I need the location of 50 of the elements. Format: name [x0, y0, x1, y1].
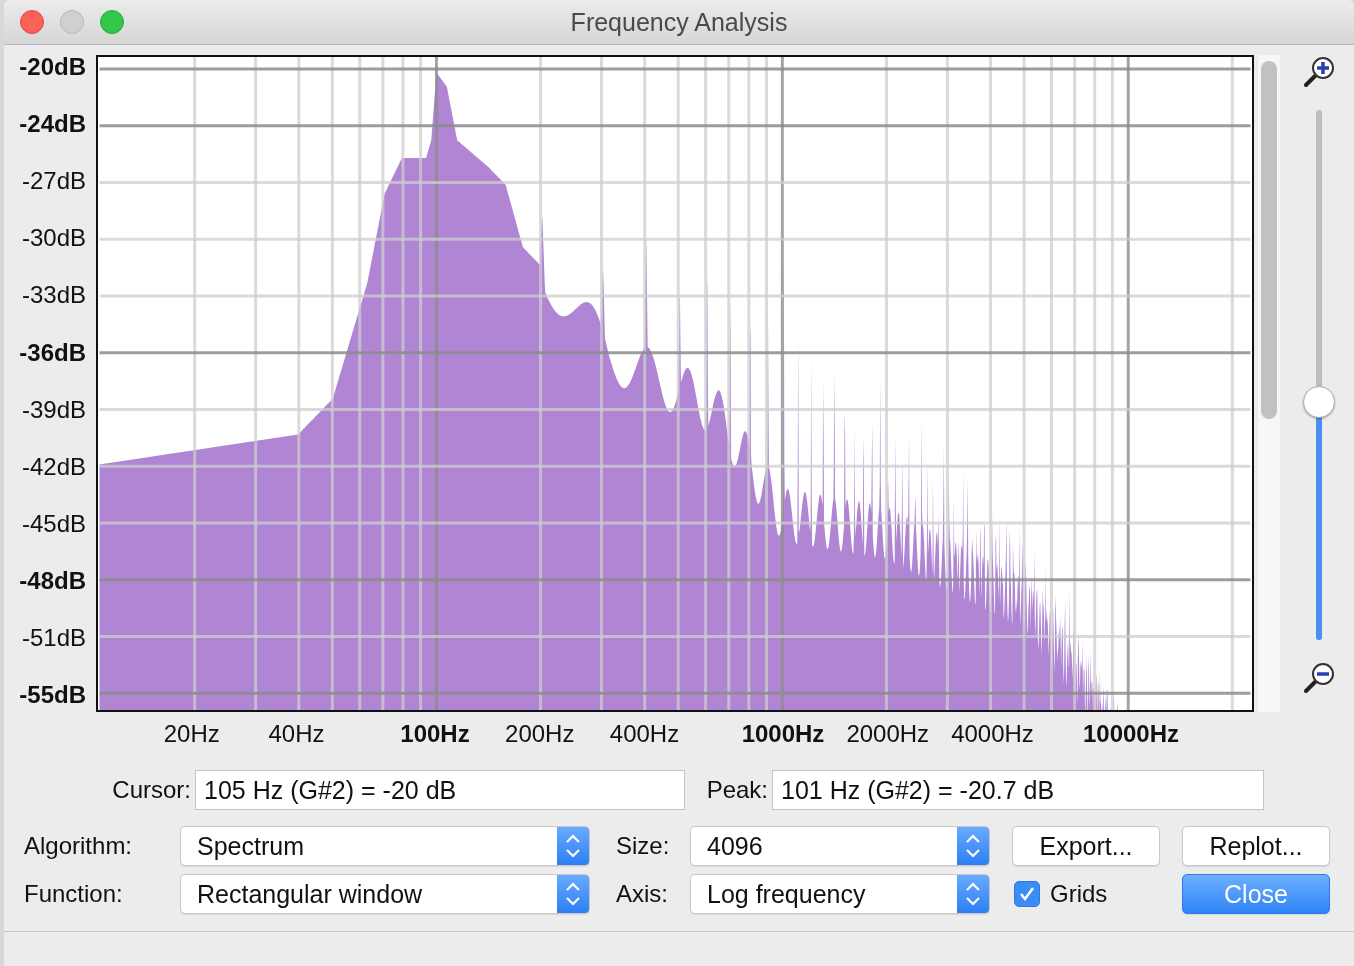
- dialog-button[interactable]: Replot...: [1182, 826, 1330, 866]
- y-axis-label: -20dB: [19, 53, 86, 81]
- grids-label: Grids: [1050, 880, 1108, 908]
- algorithm-label: Algorithm:: [24, 832, 134, 860]
- y-axis-label: -39dB: [21, 395, 86, 424]
- x-axis-label: 4000Hz: [951, 720, 1034, 748]
- stepper-icon: [557, 827, 589, 865]
- x-axis-label: 400Hz: [609, 720, 680, 748]
- y-axis-label: -45dB: [21, 509, 86, 538]
- size-select[interactable]: 4096: [690, 826, 990, 866]
- stepper-icon: [557, 875, 589, 913]
- x-axis-label: 1000Hz: [741, 720, 825, 748]
- x-axis-label: 40Hz: [268, 720, 325, 748]
- x-axis-label: 2000Hz: [846, 720, 930, 748]
- y-axis-label: -36dB: [19, 338, 86, 367]
- axis-label: Axis:: [615, 880, 669, 908]
- cursor-label: Cursor:: [111, 776, 191, 804]
- y-axis-label: -24dB: [19, 110, 86, 139]
- x-axis-label: 200Hz: [505, 720, 575, 748]
- stepper-icon: [957, 827, 989, 865]
- y-axis-label: -30dB: [21, 224, 86, 253]
- x-axis-label: 100Hz: [400, 720, 470, 748]
- y-axis-label: -27dB: [21, 167, 86, 196]
- scrollbar[interactable]: [1258, 55, 1280, 712]
- function-label: Function:: [24, 880, 124, 908]
- y-axis-label: -55dB: [19, 681, 86, 710]
- peak-field[interactable]: 101 Hz (G#2) = -20.7 dB: [772, 770, 1264, 810]
- x-axis-label: 20Hz: [163, 720, 220, 748]
- algorithm-select[interactable]: Spectrum: [180, 826, 590, 866]
- axis-select[interactable]: Log frequency: [690, 874, 990, 914]
- grids-checkbox[interactable]: [1014, 881, 1040, 907]
- y-axis-label: -48dB: [19, 566, 86, 595]
- cursor-field[interactable]: 105 Hz (G#2) = -20 dB: [195, 770, 685, 810]
- y-axis-label: -51dB: [21, 624, 86, 652]
- size-label: Size:: [615, 832, 671, 860]
- checkmark-icon: [1018, 885, 1036, 903]
- zoom-in-icon[interactable]: [1302, 55, 1336, 89]
- x-axis-label: 10000Hz: [1082, 720, 1180, 748]
- y-axis-label: -33dB: [21, 281, 86, 310]
- stepper-icon: [957, 875, 989, 913]
- slider-thumb[interactable]: [1303, 385, 1335, 418]
- zoom-out-icon[interactable]: [1302, 661, 1336, 695]
- peak-label: Peak:: [705, 776, 768, 804]
- dialog-button[interactable]: Export...: [1012, 826, 1160, 866]
- zoom-window-icon[interactable]: [100, 10, 124, 34]
- close-window-icon[interactable]: [20, 10, 44, 34]
- window-title: Frequency Analysis: [569, 7, 789, 37]
- function-select[interactable]: Rectangular window: [180, 874, 590, 914]
- y-axis-label: -42dB: [21, 452, 86, 481]
- spectrum-plot[interactable]: [96, 55, 1254, 712]
